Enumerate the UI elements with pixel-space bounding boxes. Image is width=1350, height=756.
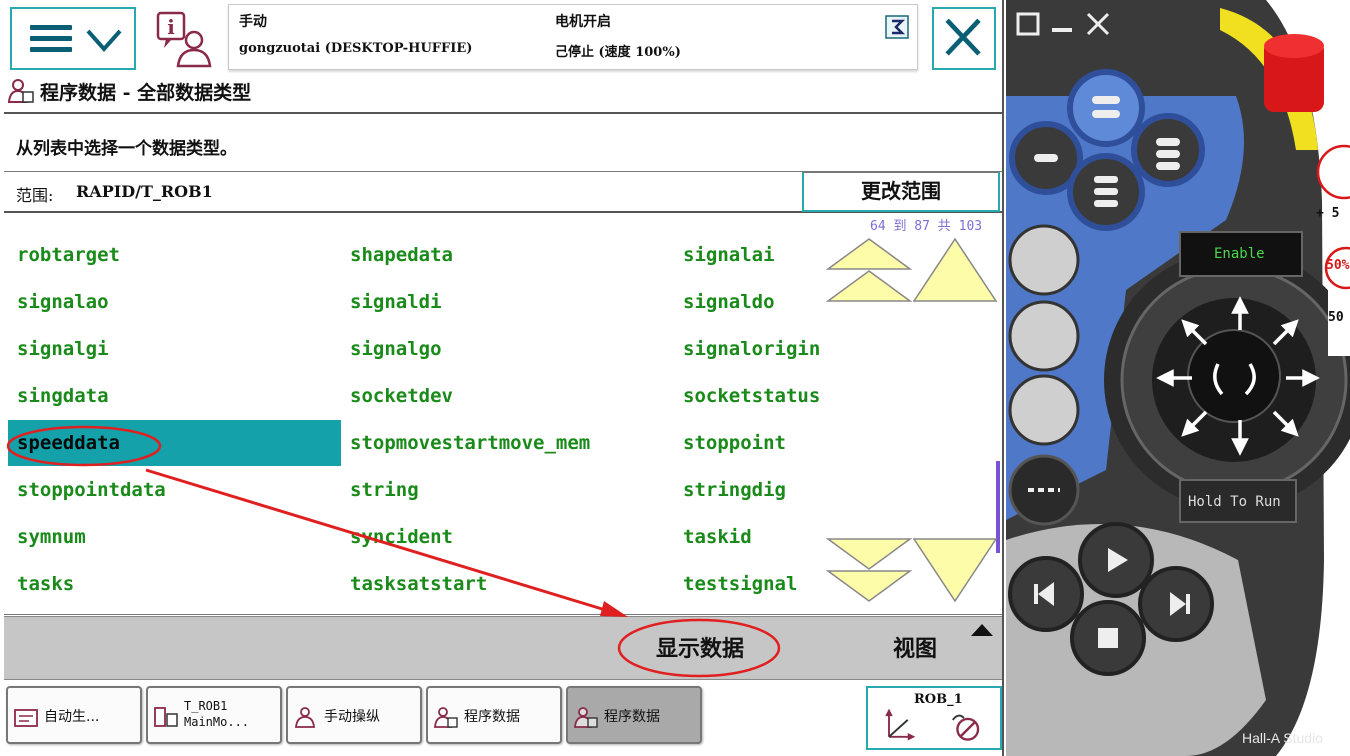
hold-to-run-label: Hold To Run xyxy=(1188,494,1281,510)
datatype-item[interactable]: shapedata xyxy=(341,232,674,278)
auto-production-icon xyxy=(14,709,38,727)
command-bar: 显示数据 视图 xyxy=(4,616,1002,680)
task-label: 程序数据 xyxy=(604,709,660,725)
scope-label: 范围: xyxy=(16,186,54,205)
show-data-button[interactable]: 显示数据 xyxy=(616,627,784,673)
datatype-item[interactable]: symnum xyxy=(8,514,341,560)
task-program-data-1[interactable]: 程序数据 xyxy=(426,686,562,744)
scope-value: RAPID/T_ROB1 xyxy=(76,182,213,201)
scope-bar: 范围: RAPID/T_ROB1 更改范围 xyxy=(4,171,1002,213)
datatype-item[interactable]: singdata xyxy=(8,373,341,419)
datatype-item[interactable]: testsignal xyxy=(674,561,1007,607)
event-log-icon[interactable]: i xyxy=(152,10,216,70)
task-label: 自动生... xyxy=(44,709,100,725)
device-body xyxy=(1006,0,1350,756)
flexpendant-screen: i 手动 gongzuotai (DESKTOP-HUFFIE) 电机开启 己停… xyxy=(0,0,1004,756)
instruction-text: 从列表中选择一个数据类型。 xyxy=(16,139,237,159)
flexpendant-device: Enable Hold To Run + 5 50% 50 xyxy=(1006,0,1350,756)
datatype-list: 64 到 87 共 103 robtarget shapedata signalai… xyxy=(4,215,1002,615)
coordinate-frame-icon xyxy=(885,708,980,741)
watermark: Hall-A Studio xyxy=(1242,730,1323,746)
datatype-item[interactable]: signalgi xyxy=(8,326,341,372)
motor-status: 电机开启 xyxy=(555,14,611,30)
datatype-item[interactable]: signalai xyxy=(674,232,1007,278)
datatype-item[interactable]: socketstatus xyxy=(674,373,1007,419)
datatype-item[interactable]: stopmovestartmove_mem xyxy=(341,420,674,466)
task-label-line2: MainMo... xyxy=(184,715,250,729)
chevron-down-icon xyxy=(86,29,122,53)
datatype-item[interactable]: speeddata xyxy=(8,420,341,466)
program-editor-icon xyxy=(154,707,178,727)
abb-menu-button[interactable] xyxy=(10,7,136,70)
speed-50-top-label: 50% xyxy=(1326,258,1350,273)
close-icon xyxy=(945,18,981,56)
datatype-item[interactable]: stoppoint xyxy=(674,420,1007,466)
datatype-item[interactable]: tasks xyxy=(8,561,341,607)
datatype-item[interactable]: stoppointdata xyxy=(8,467,341,513)
quickset-icon[interactable] xyxy=(885,15,909,39)
datatype-item[interactable]: string xyxy=(341,467,674,513)
task-auto-production[interactable]: 自动生... xyxy=(6,686,142,744)
task-label: T_ROB1 MainMo... xyxy=(184,698,249,730)
controller-name: gongzuotai (DESKTOP-HUFFIE) xyxy=(239,41,473,56)
datatype-item[interactable]: stringdig xyxy=(674,467,1007,513)
view-title-bar: 程序数据 - 全部数据类型 xyxy=(4,74,1002,114)
speed-plus-label: + 5 xyxy=(1316,206,1340,221)
program-data-icon xyxy=(8,79,34,103)
program-data-icon xyxy=(434,707,458,728)
status-panel[interactable]: 手动 gongzuotai (DESKTOP-HUFFIE) 电机开启 己停止 … xyxy=(228,4,918,70)
datatype-item[interactable]: syncident xyxy=(341,514,674,560)
task-label-line1: T_ROB1 xyxy=(184,699,228,713)
datatype-item[interactable]: signaldo xyxy=(674,279,1007,325)
task-program-editor[interactable]: T_ROB1 MainMo... xyxy=(146,686,282,744)
hamburger-icon xyxy=(30,25,72,53)
task-label: 程序数据 xyxy=(464,709,520,725)
datatype-item[interactable]: signalao xyxy=(8,279,341,325)
jogging-icon xyxy=(295,707,315,728)
operating-mode: 手动 xyxy=(239,14,267,30)
mechanical-unit-button[interactable]: ROB_1 xyxy=(866,686,1002,750)
view-button[interactable]: 视图 xyxy=(860,627,970,673)
datatype-item[interactable]: robtarget xyxy=(8,232,341,278)
datatype-item[interactable]: tasksatstart xyxy=(341,561,674,607)
change-scope-button[interactable]: 更改范围 xyxy=(802,172,1000,212)
caret-up-icon xyxy=(971,624,993,636)
page-title: 程序数据 - 全部数据类型 xyxy=(40,82,252,104)
task-label: 手动操纵 xyxy=(324,709,380,725)
datatype-item[interactable]: taskid xyxy=(674,514,1007,560)
task-jogging[interactable]: 手动操纵 xyxy=(286,686,422,744)
close-button[interactable] xyxy=(932,7,996,70)
svg-text:i: i xyxy=(167,15,175,39)
enable-label: Enable xyxy=(1214,246,1265,262)
datatype-item[interactable]: socketdev xyxy=(341,373,674,419)
speed-50-label: 50 xyxy=(1328,310,1344,325)
taskbar: 自动生... T_ROB1 MainMo... 手动操纵 程序数据 程序数据 RO… xyxy=(4,682,1002,756)
datatype-item[interactable]: signalgo xyxy=(341,326,674,372)
program-data-icon xyxy=(574,707,598,728)
task-program-data-2[interactable]: 程序数据 xyxy=(566,686,702,744)
datatype-item[interactable]: signalorigin xyxy=(674,326,1007,372)
datatype-item[interactable]: signaldi xyxy=(341,279,674,325)
program-state: 己停止 (速度 100%) xyxy=(555,45,681,60)
